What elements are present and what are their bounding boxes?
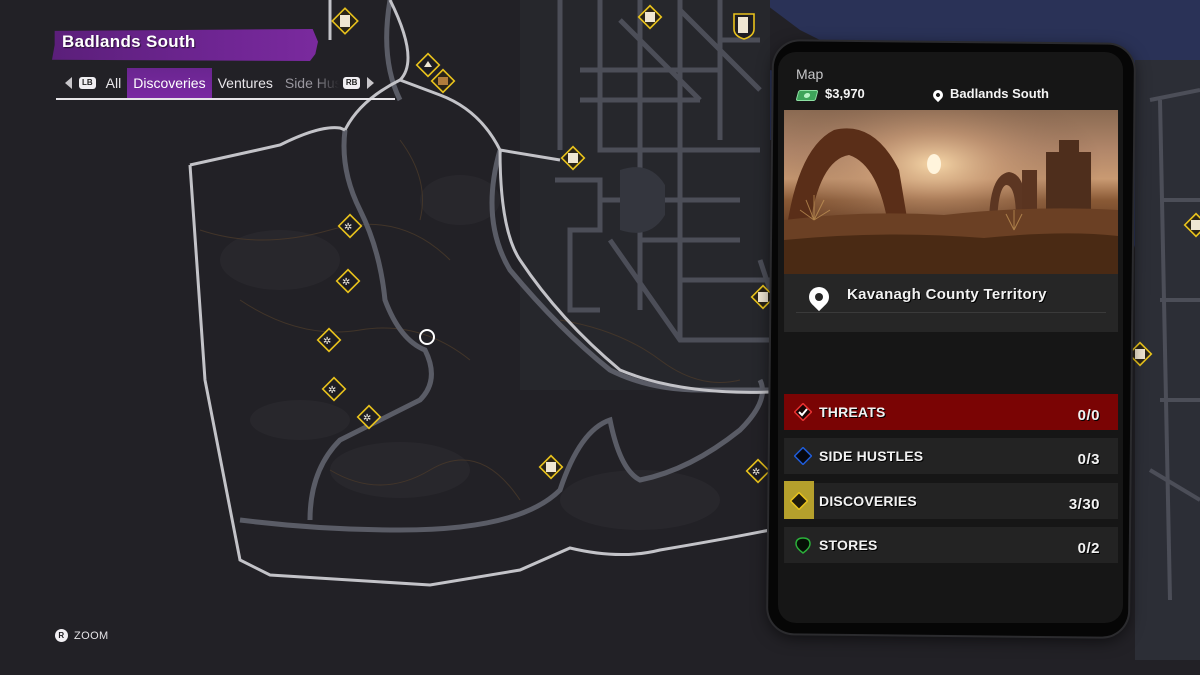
region-image [784, 109, 1119, 274]
lb-button-icon[interactable]: LB [79, 77, 96, 89]
discovery-icon: ✲ [745, 458, 771, 484]
activity-count: 0/0 [1077, 406, 1101, 424]
stores-icon [795, 537, 811, 554]
r-stick-icon: R [55, 629, 68, 642]
collectible-icon [331, 7, 359, 35]
svg-text:✲: ✲ [344, 222, 352, 233]
zoom-hint[interactable]: R ZOOM [55, 629, 109, 642]
activity-row-stores[interactable]: STORES 0/2 [784, 526, 1119, 563]
location-pin-icon [930, 87, 946, 103]
activity-label: DISCOVERIES [819, 492, 917, 509]
region-title: Badlands South [62, 32, 196, 51]
app-title: Map [796, 65, 824, 82]
tab-all[interactable]: All [100, 68, 128, 98]
cash-icon [795, 89, 819, 101]
activity-count: 0/3 [1077, 450, 1101, 468]
activity-label: THREATS [819, 403, 886, 420]
tab-discoveries[interactable]: Discoveries [127, 68, 212, 98]
collectible-icon [430, 68, 456, 94]
map-pin-icon [804, 282, 834, 312]
chevron-left-icon[interactable] [65, 77, 72, 89]
phone-screen: Map $3,970 Badlands South Kavanagh Count… [778, 51, 1124, 623]
territory-bar: Kavanagh County Territory [784, 273, 1119, 332]
activity-row-side-hustles[interactable]: SIDE HUSTLES 0/3 [784, 437, 1119, 474]
current-region: Badlands South [950, 85, 1049, 101]
filter-tabs: LB All Discoveries Ventures Side Hus RB [56, 68, 396, 98]
threats-icon [794, 402, 813, 421]
chevron-right-icon[interactable] [367, 77, 375, 89]
phone-panel: Map $3,970 Badlands South Kavanagh Count… [767, 41, 1135, 637]
tab-ventures[interactable]: Ventures [212, 68, 279, 98]
activity-label: SIDE HUSTLES [819, 447, 924, 464]
svg-text:✲: ✲ [752, 467, 760, 478]
territory-name: Kavanagh County Territory [847, 285, 1047, 303]
desert-scene-icon [784, 109, 1119, 274]
svg-text:✲: ✲ [323, 336, 331, 347]
activity-count: 3/30 [1068, 495, 1101, 513]
discoveries-icon [790, 491, 809, 510]
divider [796, 311, 1107, 313]
side-hustles-icon [794, 446, 813, 465]
tab-side-hustles[interactable]: Side Hus [279, 68, 339, 98]
discovery-icon: ✲ [356, 404, 382, 430]
discovery-icon: ✲ [321, 376, 347, 402]
activity-row-threats[interactable]: THREATS 0/0 [784, 393, 1119, 430]
store-icon [733, 13, 755, 40]
svg-text:✲: ✲ [363, 413, 371, 424]
activity-row-discoveries[interactable]: DISCOVERIES 3/30 [784, 480, 1119, 519]
map-screen: ✲ ✲ ✲ ✲ ✲ ✲ Badlands South LB All Discov… [0, 0, 1200, 675]
discovery-icon: ✲ [337, 213, 363, 239]
collectible-icon [538, 454, 564, 480]
activity-count: 0/2 [1077, 539, 1101, 557]
money-amount: $3,970 [825, 85, 865, 101]
stadium [620, 167, 665, 233]
discovery-icon: ✲ [335, 268, 361, 294]
svg-text:✲: ✲ [342, 277, 350, 288]
zoom-label: ZOOM [74, 629, 109, 642]
svg-text:✲: ✲ [328, 385, 336, 396]
player-location-icon [419, 329, 435, 345]
filter-underline [56, 98, 395, 100]
collectible-icon [415, 52, 441, 78]
activity-label: STORES [819, 536, 878, 553]
rb-button-icon[interactable]: RB [342, 77, 361, 89]
